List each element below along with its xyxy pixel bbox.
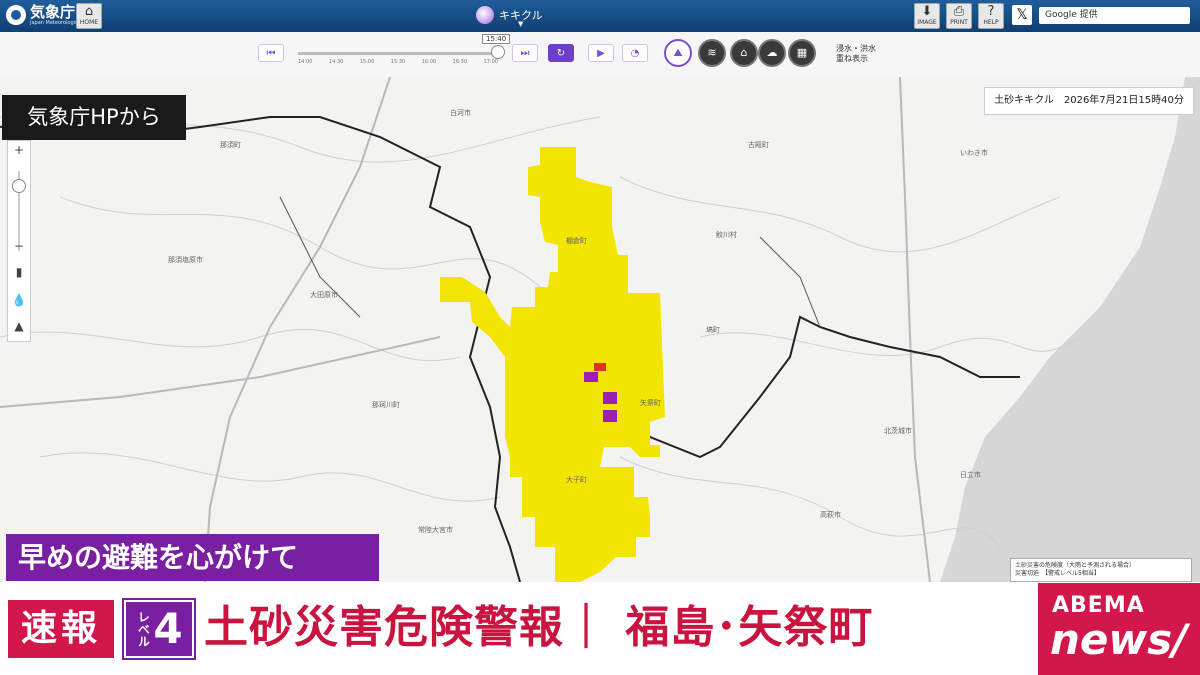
jma-top-bar: 気象庁 Japan Meteorological Agency ⌂ HOME キ…: [0, 0, 1200, 32]
map-toolbar: + − ▮ 💧 ▲: [7, 140, 31, 342]
level-number: 4: [153, 604, 183, 653]
place-label: 那須塩原市: [168, 255, 203, 264]
place-label: 古殿町: [748, 140, 769, 149]
current-time-label: 15:40: [482, 34, 511, 44]
download-icon: ⬇: [921, 4, 933, 19]
place-label: 矢祭町: [640, 398, 661, 407]
place-label: 常陸大宮市: [418, 525, 453, 534]
breaking-badge: 速報: [8, 600, 114, 658]
print-label: PRINT: [950, 19, 968, 26]
rain-layer-icon[interactable]: ☁: [758, 39, 786, 67]
level-label: レベル: [136, 611, 151, 647]
image-button[interactable]: ⬇ IMAGE: [914, 3, 940, 29]
skip-start-icon[interactable]: ⏮: [258, 44, 284, 62]
x-share-icon[interactable]: 𝕏: [1012, 5, 1032, 25]
printer-icon: ⎙: [953, 4, 965, 19]
zoom-out-button[interactable]: −: [8, 239, 30, 253]
brand-bottom: news/: [1050, 615, 1188, 664]
zoom-handle[interactable]: [12, 179, 26, 193]
place-label: いわき市: [960, 148, 988, 157]
map-layer-icon[interactable]: ▦: [788, 39, 816, 67]
flood-layer-icon[interactable]: ≋: [698, 39, 726, 67]
extreme-area-red: [594, 363, 606, 371]
time-slider-handle[interactable]: [491, 45, 505, 59]
landslide-layer-icon[interactable]: ⛰: [664, 39, 692, 67]
place-label: 棚倉町: [566, 236, 587, 245]
legend-line1: 土砂災害の危険度（大雨と予測される場合）: [1015, 562, 1136, 569]
place-label: 鮫川村: [716, 230, 737, 239]
map-timestamp: 土砂キキクル 2026年7月21日15時40分: [984, 87, 1194, 115]
zoom-in-button[interactable]: +: [8, 143, 30, 157]
help-label: HELP: [983, 19, 999, 26]
time-tick: 16:30: [452, 59, 468, 65]
time-tick: 14:00: [298, 59, 313, 65]
speed-icon[interactable]: ◔: [622, 44, 648, 62]
image-label: IMAGE: [917, 19, 937, 26]
skip-end-icon[interactable]: ⏭: [512, 44, 538, 62]
mountain-icon[interactable]: ▲: [8, 319, 30, 333]
source-badge: 気象庁HPから: [2, 95, 186, 140]
alert-level-badge: レベル 4: [122, 598, 196, 660]
refresh-icon[interactable]: ↻: [548, 44, 574, 62]
home-button[interactable]: ⌂ HOME: [76, 3, 102, 29]
place-label: 北茨城市: [884, 426, 912, 435]
time-tick: 14:30: [328, 59, 344, 65]
play-icon[interactable]: ▶: [588, 44, 614, 62]
place-label: 那須町: [220, 140, 241, 149]
map-svg: 那須塩原市 大田原市 棚倉町 矢祭町 大子町 常陸大宮市 北茨城市 高萩市 日立…: [0, 76, 1200, 583]
time-tick: 15:00: [359, 59, 375, 65]
place-label: 那珂川町: [372, 401, 400, 409]
place-label: 白河市: [450, 108, 471, 117]
place-label: 大田原市: [310, 290, 338, 299]
inundation-layer-icon[interactable]: ⌂: [730, 39, 758, 67]
kikikuru-icon: [476, 6, 494, 24]
water-drop-icon[interactable]: 💧: [8, 293, 30, 307]
map-layer-icon[interactable]: ▮: [8, 265, 30, 279]
time-control-bar: ⏮ 15:40 14:00 14:30 15:00 15:30 16:00 16…: [0, 32, 1200, 78]
place-label: 塙町: [706, 325, 720, 334]
print-button[interactable]: ⎙ PRINT: [946, 3, 972, 29]
legend-line2: 災害切迫 【警戒レベル5相当】: [1015, 570, 1100, 577]
search-input[interactable]: Google 提供: [1039, 7, 1190, 24]
home-label: HOME: [79, 19, 99, 26]
time-ticks: 14:00 14:30 15:00 15:30 16:00 16:30 17:0…: [298, 59, 498, 65]
map-canvas[interactable]: 那須塩原市 大田原市 棚倉町 矢祭町 大子町 常陸大宮市 北茨城市 高萩市 日立…: [0, 76, 1200, 583]
overlay-toggle[interactable]: 浸水・洪水 重ね表示: [836, 44, 876, 64]
sub-caption: 早めの避難を心がけて: [6, 534, 379, 581]
place-label: 日立市: [960, 470, 981, 479]
product-menu[interactable]: キキクル: [476, 6, 543, 24]
time-tick: 17:00: [483, 59, 498, 65]
abema-news-logo: ABEMA news/: [1038, 583, 1200, 675]
time-slider[interactable]: [298, 52, 498, 55]
overlay-line2: 重ね表示: [836, 54, 868, 63]
time-tick: 16:00: [421, 59, 437, 65]
time-tick: 15:30: [390, 59, 406, 65]
chevron-down-icon[interactable]: ▼: [518, 20, 523, 28]
help-icon: ?: [987, 4, 995, 19]
place-label: 高萩市: [820, 510, 841, 519]
jma-logo-icon: [6, 5, 26, 25]
map-legend: 土砂災害の危険度（大雨と予測される場合） 災害切迫 【警戒レベル5相当】: [1010, 558, 1192, 582]
headline: 土砂災害危険警報｜ 福島･矢祭町: [204, 602, 874, 653]
place-label: 大子町: [566, 475, 587, 484]
home-icon: ⌂: [84, 4, 94, 19]
help-button[interactable]: ? HELP: [978, 3, 1004, 29]
overlay-line1: 浸水・洪水: [836, 44, 876, 53]
